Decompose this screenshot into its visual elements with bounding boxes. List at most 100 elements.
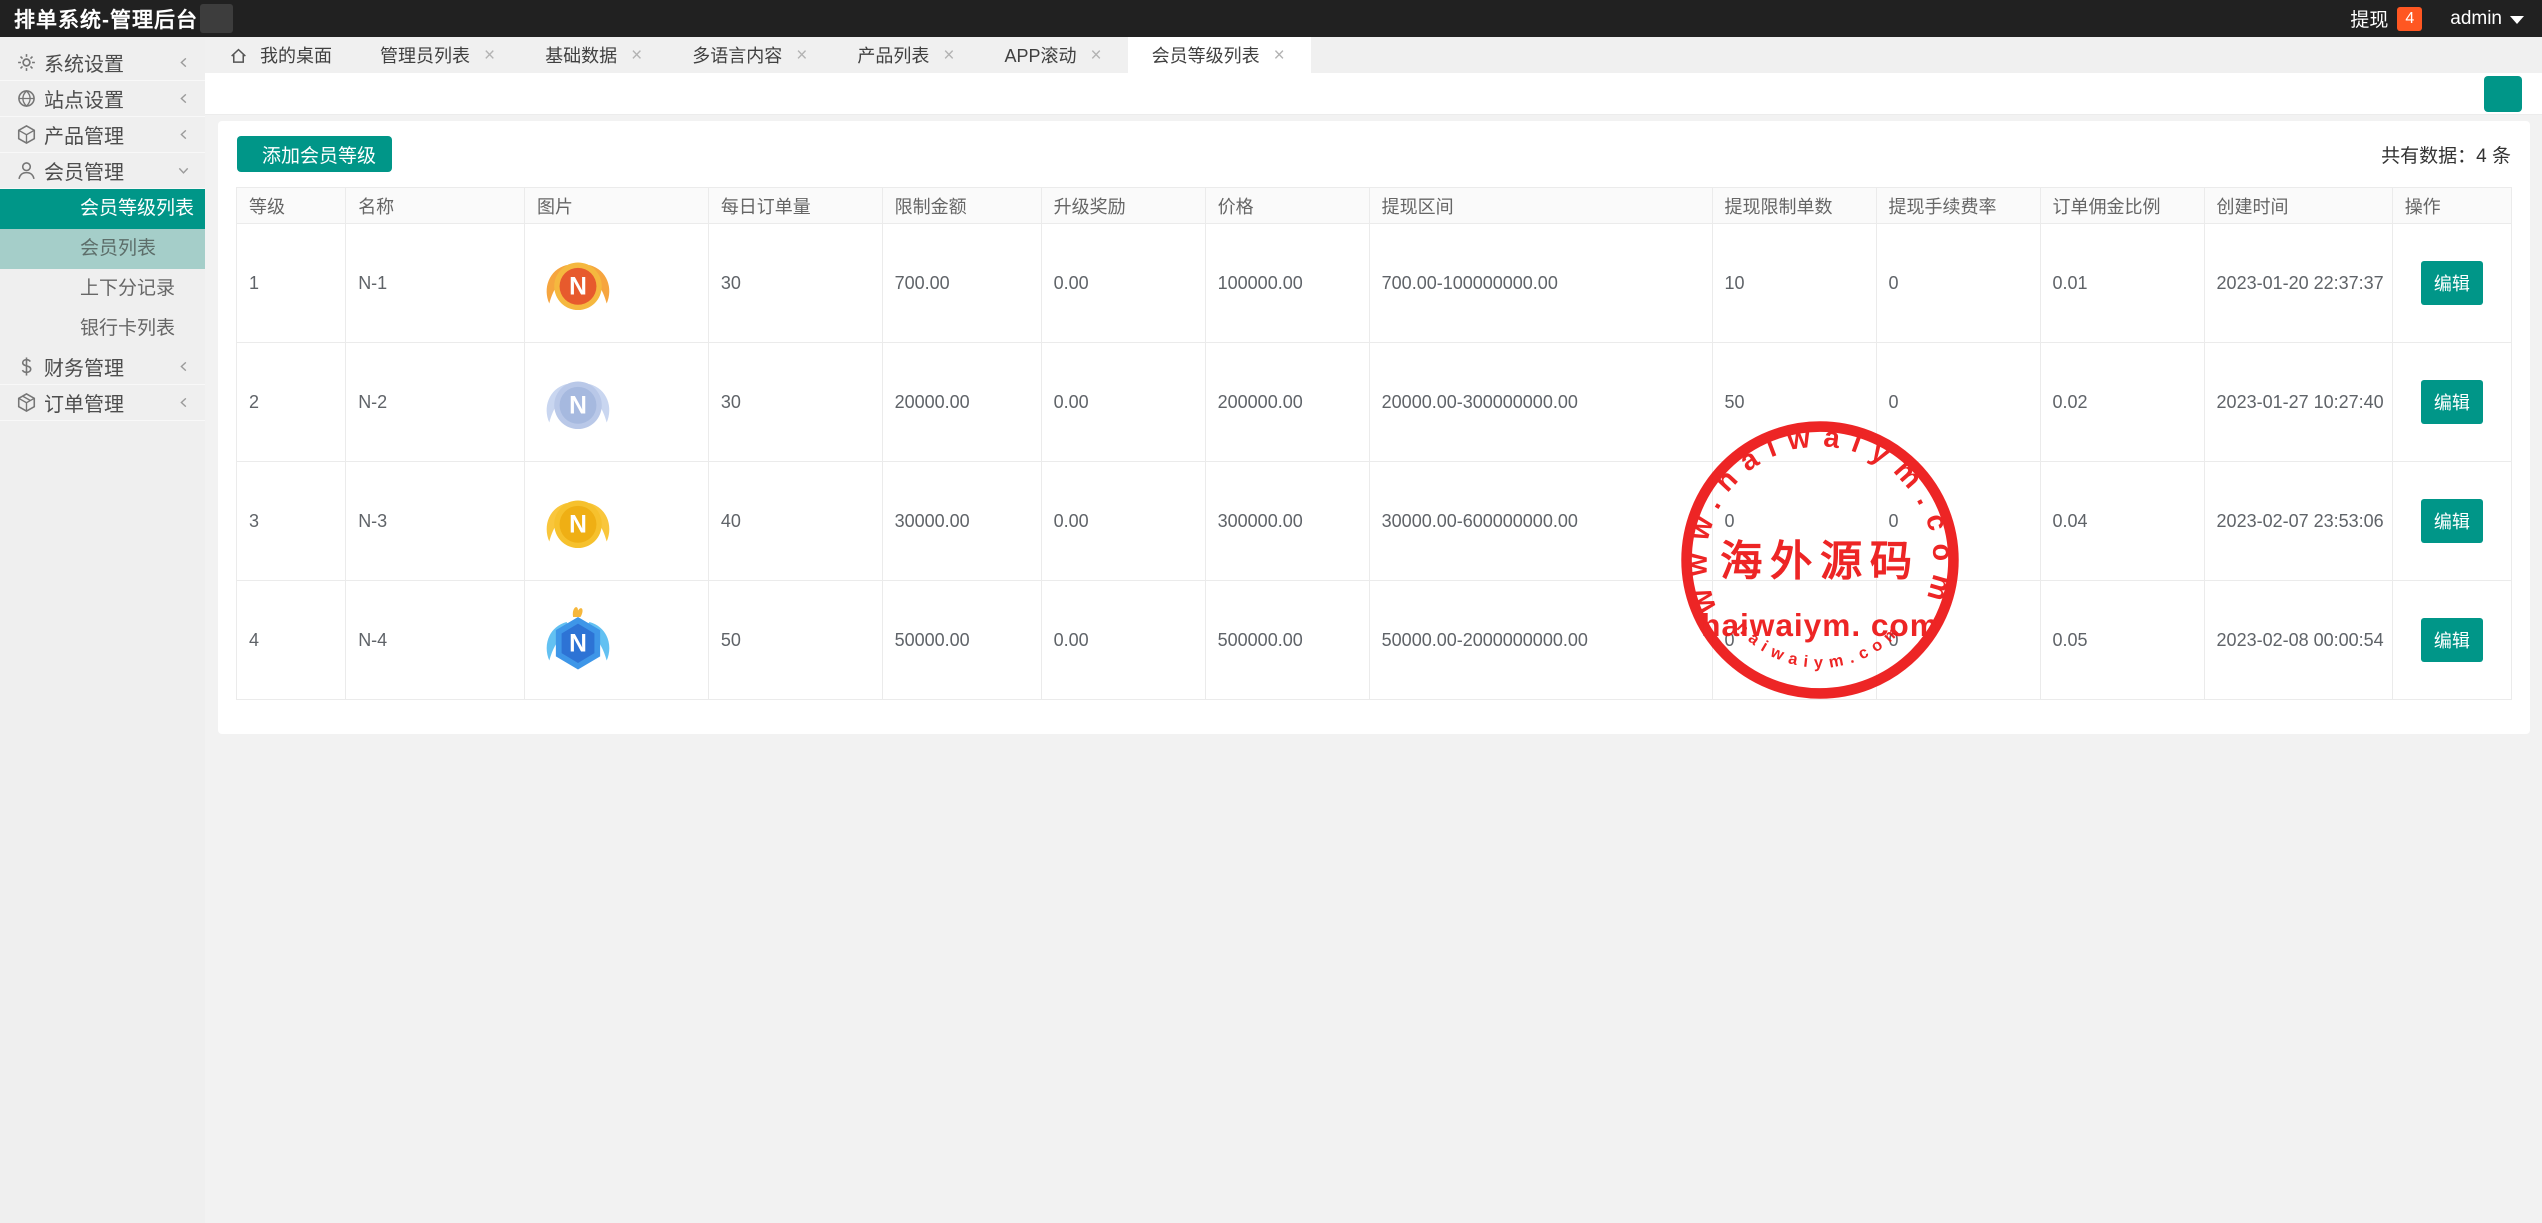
cube-icon bbox=[16, 124, 44, 145]
cell-commission-rate: 0.02 bbox=[2039, 342, 2205, 462]
svg-text:N: N bbox=[569, 392, 587, 419]
cell-name: N-4 bbox=[345, 580, 525, 700]
sidebar-item-label: 财务管理 bbox=[44, 358, 124, 380]
card-header: 添加会员等级 共有数据：4 条 bbox=[236, 134, 2512, 187]
sidebar-item-label: 会员管理 bbox=[44, 162, 124, 184]
sidebar-nav: 系统设置站点设置产品管理会员管理会员等级列表 会员列表 上下分记录 银行卡列表财务管理… bbox=[0, 37, 205, 421]
cell-actions: 编辑 bbox=[2391, 342, 2513, 462]
home-icon bbox=[229, 46, 248, 65]
column-header: 提现手续费率 bbox=[1875, 187, 2041, 224]
dollar-icon bbox=[16, 356, 44, 377]
cell-daily-orders: 30 bbox=[707, 223, 883, 343]
sidebar-item-label: 站点设置 bbox=[44, 90, 124, 112]
level-badge-image: N bbox=[537, 463, 696, 580]
cell-created-at: 2023-02-07 23:53:06 bbox=[2203, 461, 2393, 581]
tab-app-scroll[interactable]: APP滚动 × bbox=[980, 37, 1127, 73]
svg-text:N: N bbox=[569, 630, 587, 657]
cell-image: N bbox=[524, 223, 709, 343]
refresh-button[interactable] bbox=[2484, 76, 2522, 112]
table-row: 1 N-1 N 30 700.00 0.00 100000.00 700.00-1000000… bbox=[235, 223, 2513, 343]
cell-image: N bbox=[524, 342, 709, 462]
tab-basic-data[interactable]: 基础数据 × bbox=[521, 37, 668, 73]
sidebar-item-bank-card-list[interactable]: 银行卡列表 bbox=[0, 309, 205, 349]
sidebar-item-updown-records[interactable]: 上下分记录 bbox=[0, 269, 205, 309]
cell-price: 200000.00 bbox=[1204, 342, 1370, 462]
table-row: 3 N-3 N 40 30000.00 0.00 300000.00 30000.00-600… bbox=[235, 461, 2513, 581]
cell-limit-amount: 700.00 bbox=[881, 223, 1042, 343]
column-header: 创建时间 bbox=[2203, 187, 2393, 224]
cell-commission-rate: 0.05 bbox=[2039, 580, 2205, 700]
edit-button[interactable]: 编辑 bbox=[2420, 499, 2483, 543]
sidebar-item-order-management[interactable]: 订单管理 bbox=[0, 385, 205, 421]
cell-withdraw-range: 20000.00-300000000.00 bbox=[1368, 342, 1713, 462]
orders-icon bbox=[16, 392, 44, 413]
menu-toggle-button[interactable] bbox=[200, 4, 233, 33]
column-header: 提现区间 bbox=[1368, 187, 1713, 224]
cell-withdraw-limit-count: 0 bbox=[1711, 580, 1877, 700]
add-member-level-button[interactable]: 添加会员等级 bbox=[237, 136, 393, 172]
withdraw-link[interactable]: 提现 4 bbox=[2350, 5, 2423, 32]
cell-level: 2 bbox=[235, 342, 347, 462]
sidebar-item-label: 订单管理 bbox=[44, 394, 124, 416]
column-header: 订单佣金比例 bbox=[2039, 187, 2205, 224]
column-header: 限制金额 bbox=[881, 187, 1042, 224]
cell-name: N-1 bbox=[345, 223, 525, 343]
tab-product-list[interactable]: 产品列表 × bbox=[833, 37, 980, 73]
close-icon[interactable]: × bbox=[941, 46, 956, 65]
sidebar-item-product-management[interactable]: 产品管理 bbox=[0, 117, 205, 153]
cell-name: N-3 bbox=[345, 461, 525, 581]
cell-upgrade-reward: 0.00 bbox=[1040, 580, 1206, 700]
table-row: 4 N-4 N 50 50000.00 0.00 500000.00 50000.00-200… bbox=[235, 580, 2513, 700]
cell-withdraw-range: 50000.00-2000000000.00 bbox=[1368, 580, 1713, 700]
edit-button[interactable]: 编辑 bbox=[2420, 380, 2483, 424]
chevron-left-icon bbox=[177, 92, 190, 105]
cell-price: 100000.00 bbox=[1204, 223, 1370, 343]
tab-label: 会员等级列表 bbox=[1151, 46, 1260, 66]
app-title: 排单系统-管理后台 bbox=[14, 8, 198, 32]
cell-actions: 编辑 bbox=[2391, 580, 2513, 700]
svg-text:N: N bbox=[569, 511, 587, 538]
total-count-text: 共有数据：4 条 bbox=[2381, 145, 2511, 167]
tab-my-desktop[interactable]: 我的桌面 bbox=[205, 37, 356, 73]
cell-created-at: 2023-01-20 22:37:37 bbox=[2203, 223, 2393, 343]
tab-label: 我的桌面 bbox=[260, 46, 332, 66]
cell-withdraw-limit-count: 50 bbox=[1711, 342, 1877, 462]
username: admin bbox=[2450, 7, 2502, 29]
close-icon[interactable]: × bbox=[1088, 46, 1103, 65]
edit-button[interactable]: 编辑 bbox=[2420, 261, 2483, 305]
topbar: 排单系统-管理后台 提现 4 admin bbox=[0, 0, 2542, 37]
close-icon[interactable]: × bbox=[794, 46, 809, 65]
chevron-left-icon bbox=[177, 360, 190, 373]
sidebar-item-system-settings[interactable]: 系统设置 bbox=[0, 45, 205, 81]
sidebar-item-member-management[interactable]: 会员管理 bbox=[0, 153, 205, 189]
chevron-left-icon bbox=[177, 128, 190, 141]
user-menu[interactable]: admin bbox=[2450, 8, 2524, 30]
withdraw-label: 提现 bbox=[2350, 10, 2389, 31]
sidebar-item-site-settings[interactable]: 站点设置 bbox=[0, 81, 205, 117]
column-header: 图片 bbox=[524, 187, 709, 224]
sidebar-item-finance-management[interactable]: 财务管理 bbox=[0, 349, 205, 385]
member-level-table: 等级 名称 图片 每日订单量 限制金额 升级奖励 价格 提现区间 提现限制单数 提现手续费率 订单佣… bbox=[235, 187, 2513, 700]
tab-multilang-content[interactable]: 多语言内容 × bbox=[668, 37, 833, 73]
table-row: 2 N-2 N 30 20000.00 0.00 200000.00 20000.00-300… bbox=[235, 342, 2513, 462]
level-badge-image: N bbox=[537, 582, 696, 699]
tab-member-level-list[interactable]: 会员等级列表 × bbox=[1127, 37, 1311, 73]
cell-withdraw-fee-rate: 0 bbox=[1875, 223, 2041, 343]
close-icon[interactable]: × bbox=[1272, 46, 1287, 65]
toolbar-strip bbox=[205, 73, 2542, 115]
tab-admin-list[interactable]: 管理员列表 × bbox=[356, 37, 521, 73]
close-icon[interactable]: × bbox=[482, 46, 497, 65]
caret-down-icon bbox=[2510, 15, 2524, 24]
level-badge-image: N bbox=[537, 225, 696, 342]
chevron-down-icon bbox=[177, 164, 190, 177]
edit-button[interactable]: 编辑 bbox=[2420, 618, 2483, 662]
cell-actions: 编辑 bbox=[2391, 461, 2513, 581]
cell-upgrade-reward: 0.00 bbox=[1040, 342, 1206, 462]
gear-icon bbox=[16, 52, 44, 73]
user-icon bbox=[16, 160, 44, 181]
sidebar-item-member-list[interactable]: 会员列表 bbox=[0, 229, 205, 269]
tab-bar: 我的桌面 管理员列表 × 基础数据 × 多语言内容 × 产品列表 × APP滚动 × 会员等级列表 × bbox=[205, 37, 2542, 73]
sidebar-item-member-level-list[interactable]: 会员等级列表 bbox=[0, 189, 205, 229]
close-icon[interactable]: × bbox=[629, 46, 644, 65]
globe-icon bbox=[16, 88, 44, 109]
